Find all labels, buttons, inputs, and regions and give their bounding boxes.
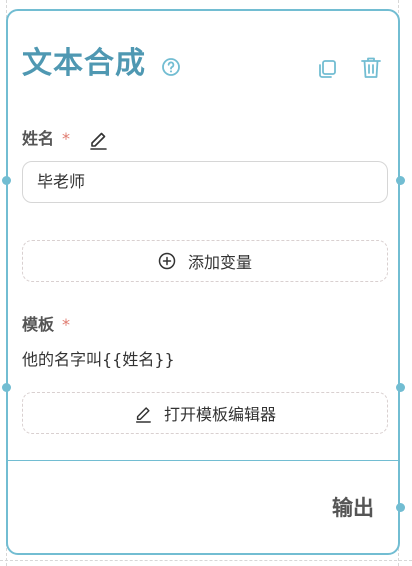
plus-circle-icon (158, 252, 176, 270)
trash-icon[interactable] (360, 56, 382, 80)
template-label-text: 模板 (22, 315, 55, 334)
output-handle-name[interactable] (396, 176, 405, 185)
text-synthesis-node[interactable]: 文本合成 姓名 * 毕老师 添加变量 模板 * 他的名字叫{{姓名}} 打开模板… (6, 9, 400, 555)
input-handle-name[interactable] (2, 176, 11, 185)
name-input[interactable]: 毕老师 (22, 161, 388, 203)
help-circle-icon[interactable] (161, 57, 181, 77)
add-variable-button[interactable]: 添加变量 (22, 240, 388, 282)
pencil-icon[interactable] (88, 128, 108, 150)
canvas: 文本合成 姓名 * 毕老师 添加变量 模板 * 他的名字叫{{姓名}} 打开模板… (0, 0, 412, 566)
copy-icon[interactable] (316, 58, 338, 80)
output-label: 输出 (332, 496, 374, 520)
name-field-label: 姓名 * (22, 129, 70, 149)
template-value: 他的名字叫{{姓名}} (22, 350, 175, 369)
open-template-editor-label: 打开模板编辑器 (163, 405, 276, 424)
output-handle[interactable] (396, 503, 405, 512)
node-title: 文本合成 (22, 46, 146, 81)
name-label-text: 姓名 (22, 129, 55, 148)
section-divider (8, 460, 398, 461)
output-handle-template[interactable] (396, 383, 405, 392)
required-mark: * (62, 129, 71, 148)
guide-line-bottom (0, 560, 412, 561)
input-handle-template[interactable] (2, 383, 11, 392)
add-variable-label: 添加变量 (187, 253, 252, 272)
pencil-icon (135, 407, 151, 423)
template-field-label: 模板 * (22, 315, 70, 335)
open-template-editor-button[interactable]: 打开模板编辑器 (22, 392, 388, 434)
required-mark: * (62, 315, 71, 334)
